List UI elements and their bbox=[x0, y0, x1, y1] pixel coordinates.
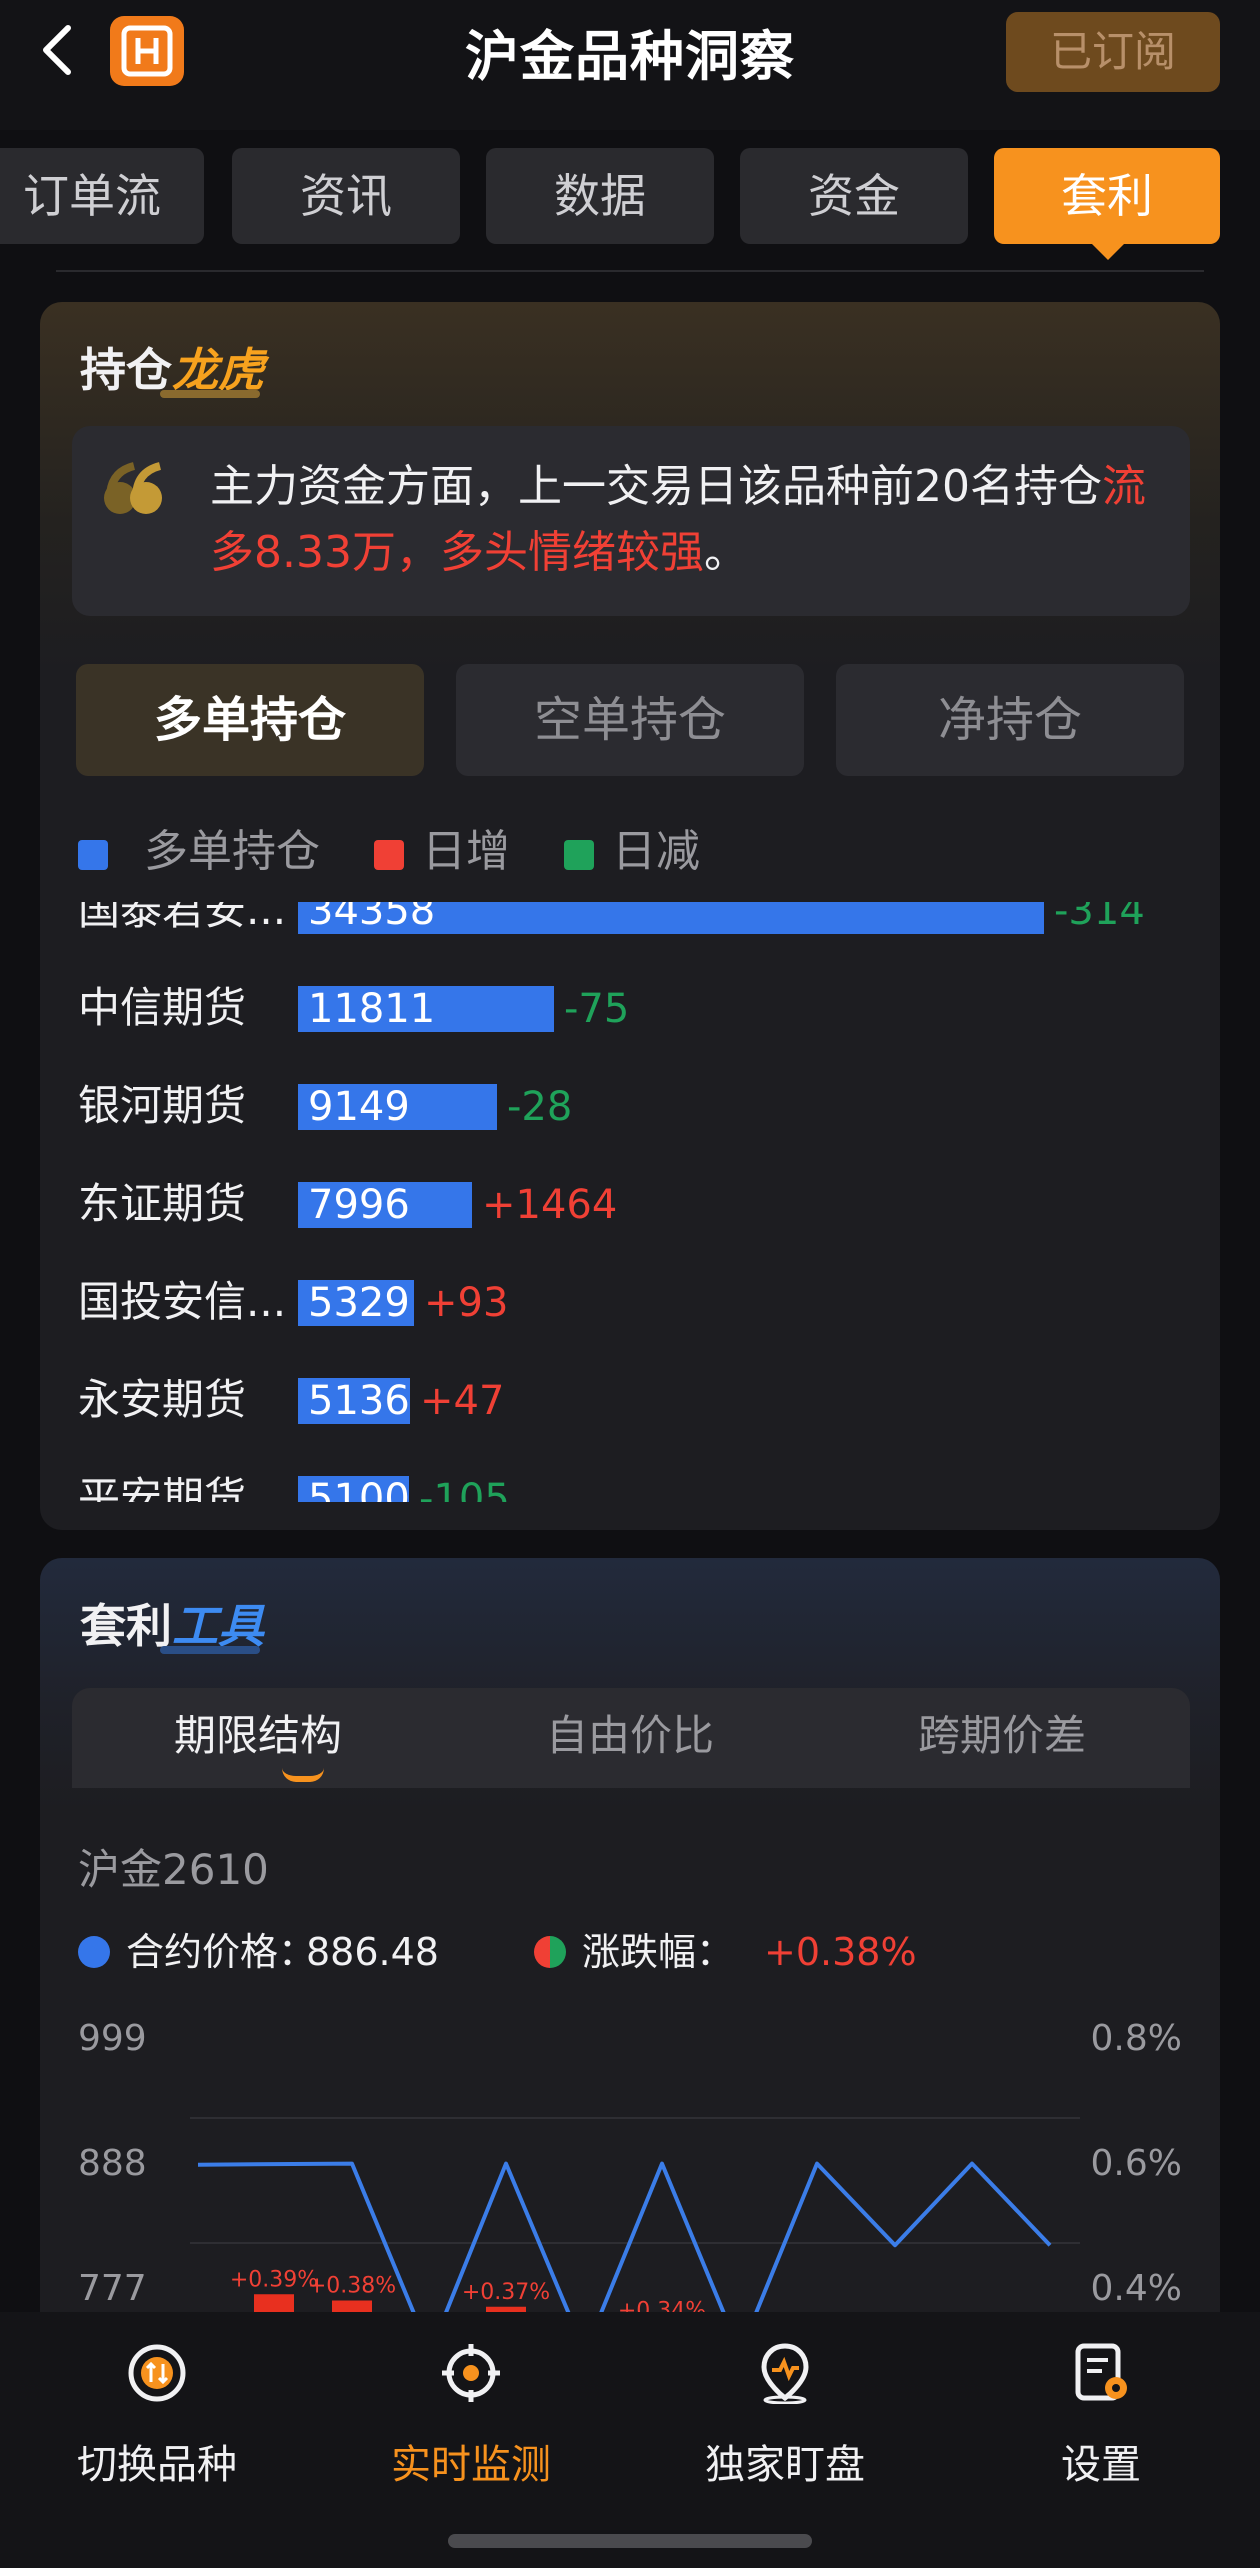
change-bar-label: +0.37% bbox=[462, 2280, 550, 2305]
broker-name: 国泰君安... bbox=[78, 902, 287, 934]
title-main: 持仓 bbox=[80, 343, 172, 397]
summary-text: 主力资金方面，上一交易日该品种前20名持仓流多8.33万，多头情绪较强。 bbox=[210, 454, 1170, 586]
tab-order-flow[interactable]: 订单流 bbox=[0, 148, 204, 244]
holding-row: 银河期货 9149 -28 bbox=[40, 1076, 1220, 1136]
nav-settings[interactable]: 设置 bbox=[976, 2332, 1226, 2502]
price-label: 合约价格： bbox=[126, 1930, 317, 1974]
y-tick-left: 888 bbox=[78, 2143, 147, 2184]
holding-value: 9149 bbox=[308, 1084, 410, 1130]
title-underline bbox=[160, 1646, 260, 1654]
nav-label: 设置 bbox=[1061, 2442, 1141, 2488]
nav-realtime-monitor[interactable]: 实时监测 bbox=[346, 2332, 596, 2502]
contract-name: 沪金2610 bbox=[78, 1845, 269, 1894]
settings-icon bbox=[1075, 2343, 1127, 2401]
holding-value: 34358 bbox=[308, 902, 436, 934]
change-label: 涨跌幅： bbox=[582, 1930, 735, 1974]
segment-long-holdings[interactable]: 多单持仓 bbox=[76, 664, 424, 776]
holding-value: 7996 bbox=[308, 1182, 410, 1228]
holding-value: 5329 bbox=[308, 1280, 410, 1326]
price-value: 886.48 bbox=[306, 1930, 439, 1974]
y-tick-left: 777 bbox=[78, 2268, 147, 2309]
holding-value: 5100 bbox=[308, 1476, 410, 1502]
holding-change: -75 bbox=[564, 986, 630, 1032]
legend-label: 多单持仓 bbox=[144, 826, 320, 877]
nav-label: 切换品种 bbox=[77, 2442, 237, 2488]
broker-name: 中信期货 bbox=[78, 983, 247, 1032]
holding-change: -28 bbox=[507, 1084, 573, 1130]
legend-long: 多单持仓 bbox=[78, 822, 320, 882]
legend-swatch-green bbox=[564, 840, 594, 870]
tool-tab-price-ratio[interactable]: 自由价比 bbox=[444, 1688, 816, 1788]
tool-tab-bar: 期限结构 自由价比 跨期价差 bbox=[72, 1688, 1190, 1788]
subscribed-button[interactable]: 已订阅 bbox=[1006, 12, 1220, 92]
legend-label: 日减 bbox=[612, 826, 700, 877]
change-dot-icon bbox=[534, 1936, 566, 1968]
title-highlight: 工具 bbox=[172, 1599, 264, 1653]
nav-switch-variety[interactable]: 切换品种 bbox=[32, 2332, 282, 2502]
holding-row: 中信期货 11811 -75 bbox=[40, 978, 1220, 1038]
holding-row: 永安期货 5136 +47 bbox=[40, 1370, 1220, 1430]
broker-name: 永安期货 bbox=[78, 1375, 247, 1424]
legend-label: 日增 bbox=[422, 826, 510, 877]
title-highlight: 龙虎 bbox=[172, 343, 264, 397]
title-underline bbox=[160, 390, 260, 398]
y-tick-right: 0.4% bbox=[1091, 2268, 1182, 2309]
change-bar-label: +0.38% bbox=[308, 2274, 396, 2299]
summary-suffix: 。 bbox=[703, 527, 748, 578]
active-tab-indicator bbox=[1092, 244, 1124, 260]
legend-increase: 日增 bbox=[374, 822, 510, 882]
monitor-icon bbox=[442, 2344, 500, 2402]
holding-change: -105 bbox=[419, 1476, 510, 1502]
nav-label: 独家盯盘 bbox=[705, 2442, 865, 2488]
divider bbox=[56, 270, 1204, 272]
broker-name: 银河期货 bbox=[78, 1081, 247, 1130]
holding-value: 11811 bbox=[308, 986, 436, 1032]
y-tick-right: 0.8% bbox=[1091, 2018, 1182, 2059]
bottom-nav: 切换品种 实时监测 独家盯盘 设置 bbox=[0, 2312, 1260, 2568]
y-tick-right: 0.6% bbox=[1091, 2143, 1182, 2184]
tab-arbitrage[interactable]: 套利 bbox=[994, 148, 1220, 244]
segment-net-holdings[interactable]: 净持仓 bbox=[836, 664, 1184, 776]
price-dot-icon bbox=[78, 1936, 110, 1968]
change-bar-label: +0.39% bbox=[230, 2267, 318, 2292]
title-main: 套利 bbox=[80, 1599, 172, 1653]
holding-change: -314 bbox=[1054, 902, 1145, 934]
y-tick-left: 999 bbox=[78, 2018, 147, 2059]
tool-tab-calendar-spread[interactable]: 跨期价差 bbox=[816, 1688, 1188, 1788]
change-value: +0.38% bbox=[764, 1930, 917, 1974]
app-header: 沪金品种洞察 已订阅 bbox=[0, 0, 1260, 130]
legend-decrease: 日减 bbox=[564, 822, 700, 882]
home-indicator bbox=[448, 2534, 812, 2548]
holdings-bar-list[interactable]: 国泰君安... 34358 -314 中信期货 11811 -75 银河期货 9… bbox=[40, 902, 1220, 1502]
switch-icon bbox=[128, 2344, 186, 2402]
summary-box: 主力资金方面，上一交易日该品种前20名持仓流多8.33万，多头情绪较强。 bbox=[72, 426, 1190, 616]
legend-swatch-blue bbox=[78, 840, 108, 870]
watch-icon bbox=[761, 2343, 809, 2404]
top-tab-bar: 订单流 资讯 数据 资金 套利 bbox=[0, 148, 1260, 244]
tab-funds[interactable]: 资金 bbox=[740, 148, 968, 244]
holdings-card: 持仓龙虎 主力资金方面，上一交易日该品种前20名持仓流多8.33万，多头情绪较强… bbox=[40, 302, 1220, 1530]
segment-short-holdings[interactable]: 空单持仓 bbox=[456, 664, 804, 776]
holding-change: +1464 bbox=[482, 1182, 618, 1228]
tab-news[interactable]: 资讯 bbox=[232, 148, 460, 244]
holding-row: 平安期货 5100 -105 bbox=[40, 1468, 1220, 1502]
holding-row: 东证期货 7996 +1464 bbox=[40, 1174, 1220, 1234]
tab-data[interactable]: 数据 bbox=[486, 148, 714, 244]
holding-row: 国泰君安... 34358 -314 bbox=[40, 902, 1220, 940]
tool-tab-term-structure[interactable]: 期限结构 bbox=[72, 1688, 444, 1788]
broker-name: 国投安信... bbox=[78, 1277, 287, 1326]
quote-icon bbox=[104, 462, 162, 514]
broker-name: 东证期货 bbox=[78, 1179, 247, 1228]
holding-row: 国投安信... 5329 +93 bbox=[40, 1272, 1220, 1332]
holding-change: +93 bbox=[424, 1280, 509, 1326]
holding-change: +47 bbox=[420, 1378, 505, 1424]
nav-exclusive-watch[interactable]: 独家盯盘 bbox=[660, 2332, 910, 2502]
holding-value: 5136 bbox=[308, 1378, 410, 1424]
broker-name: 平安期货 bbox=[78, 1473, 247, 1502]
summary-prefix: 主力资金方面，上一交易日该品种前20名持仓 bbox=[210, 461, 1102, 512]
legend-swatch-red bbox=[374, 840, 404, 870]
nav-label: 实时监测 bbox=[391, 2442, 551, 2488]
